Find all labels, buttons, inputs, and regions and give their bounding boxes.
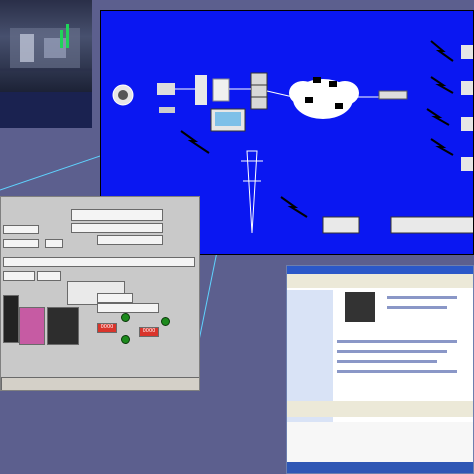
control-panel-window[interactable]: 0000 0000	[0, 196, 200, 391]
numeric-display-a: 0000	[97, 323, 117, 333]
text-line	[387, 296, 457, 299]
panel-bar	[3, 257, 195, 267]
panel-field[interactable]	[97, 293, 133, 303]
panel-field[interactable]	[37, 271, 61, 281]
text-line	[337, 370, 457, 373]
text-line	[387, 306, 447, 309]
panel-button[interactable]	[45, 239, 63, 248]
status-led	[121, 335, 130, 344]
browser-taskbar	[287, 462, 473, 473]
text-line	[337, 360, 437, 363]
panel-field[interactable]	[3, 239, 39, 248]
text-line	[337, 350, 447, 353]
sensor-image	[3, 295, 19, 343]
title-bar	[287, 266, 473, 274]
panel-field[interactable]	[71, 223, 163, 233]
text-line	[337, 340, 457, 343]
status-led	[161, 317, 170, 326]
browser-window[interactable]	[286, 265, 474, 474]
camera-scene-art	[0, 24, 92, 72]
panel-field[interactable]	[3, 225, 39, 234]
panel-field[interactable]	[97, 303, 159, 313]
status-led	[121, 313, 130, 322]
thermal-image	[19, 307, 45, 345]
panel-field[interactable]	[71, 209, 163, 221]
second-toolbar	[287, 401, 473, 417]
window-taskbar	[1, 377, 199, 390]
video-image	[47, 307, 79, 345]
thumbnail-image	[345, 292, 375, 322]
panel-field[interactable]	[3, 271, 35, 281]
numeric-display-b: 0000	[139, 327, 159, 337]
toolbar	[287, 274, 473, 288]
browser-sidebar	[287, 290, 333, 440]
panel-field[interactable]	[97, 235, 163, 245]
camera-view-window[interactable]	[0, 0, 92, 128]
